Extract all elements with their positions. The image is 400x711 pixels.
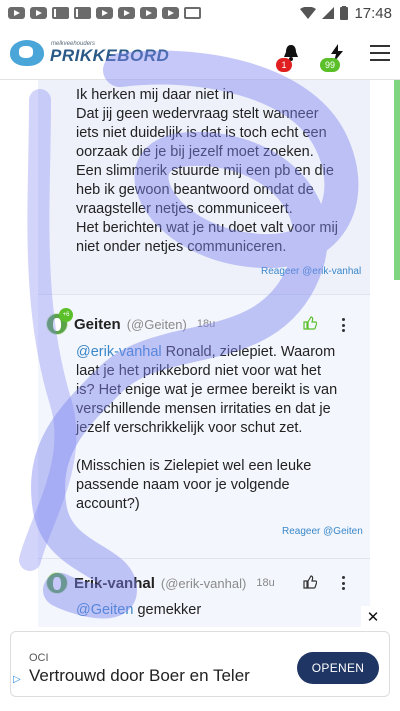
app-header: melkveehouders PRIKKEBORD 1 99 <box>0 26 400 80</box>
status-bar: 17:48 <box>0 0 400 26</box>
post-line: Het berichten wat je nu doet valt voor m… <box>76 220 338 236</box>
comment-author[interactable]: Erik-vanhal <box>74 575 155 592</box>
points-badge: 99 <box>320 57 340 72</box>
gmail-icon <box>74 7 93 19</box>
notifications-button[interactable]: 1 <box>276 40 304 72</box>
notification-icons <box>8 7 201 19</box>
comment-line: (Misschien is Zielepiet wel een leuke <box>76 458 312 474</box>
youtube-icon <box>30 7 47 19</box>
reply-link[interactable]: Reageer @erik-vanhal <box>261 266 361 277</box>
comment-line: laat je het prikkebord niet voor wat het <box>76 363 322 379</box>
comment-header: +6 Geiten (@Geiten) 18u <box>46 308 216 335</box>
menu-line <box>370 58 390 61</box>
post-line: Ik herken mij daar niet in <box>76 87 234 103</box>
battery-icon <box>340 6 349 20</box>
comment-line: gemekker <box>133 602 202 618</box>
comment-body: @erik-vanhal Ronald, zielepiet. Waarom l… <box>76 343 366 514</box>
like-button[interactable] <box>303 316 318 333</box>
ad-card[interactable]: ✕ OCI Vertrouwd door Boer en Teler OPENE… <box>10 606 390 697</box>
post-line: oorzaak die je bij jezelf moet zoeken. <box>76 144 314 160</box>
calendar-icon <box>184 7 201 19</box>
comment-line: verschillende mensen irritaties en dat j… <box>76 401 331 417</box>
comment-time: 18u <box>256 577 275 589</box>
thread-content: Ik herken mij daar niet in Dat jij geen … <box>0 80 400 627</box>
comment-time: 18u <box>196 318 216 330</box>
youtube-icon <box>118 7 135 19</box>
ad-close-button[interactable]: ✕ <box>361 606 385 630</box>
ad-title[interactable]: Vertrouwd door Boer en Teler <box>29 666 250 686</box>
like-button[interactable] <box>303 575 318 592</box>
site-logo[interactable]: melkveehouders PRIKKEBORD <box>10 39 170 66</box>
post-line: heb ik gewoon beantwoord omdat de <box>76 182 314 198</box>
logo-title: PRIKKEBORD <box>50 46 170 65</box>
youtube-icon <box>162 7 179 19</box>
post-line: vraagsteller netjes communiceert. <box>76 201 293 217</box>
ad-open-button[interactable]: OPENEN <box>297 652 379 684</box>
level-badge: +6 <box>59 308 73 322</box>
youtube-icon <box>8 7 25 19</box>
menu-button[interactable] <box>370 44 390 61</box>
post-body: Ik herken mij daar niet in Dat jij geen … <box>76 86 366 257</box>
points-button[interactable]: 99 <box>320 40 350 72</box>
avatar[interactable]: +6 <box>46 308 73 335</box>
comment-body: @Geiten gemekker <box>76 601 366 620</box>
mention-link[interactable]: @erik-vanhal <box>76 344 162 360</box>
comment-line: account?) <box>76 496 140 512</box>
comment-menu-button[interactable] <box>342 576 346 590</box>
comment-header: Erik-vanhal (@erik-vanhal) 18u <box>46 572 275 594</box>
comment-line: is? Het enige wat je ermee bereikt is va… <box>76 382 338 398</box>
comment-line: jezelf verschrikkelijk voor schut zet. <box>76 420 303 436</box>
reply-link[interactable]: Reageer @Geiten <box>282 526 363 537</box>
post-line: Een slimmerik stuurde mij een pb en die <box>76 163 334 179</box>
ad-banner: ✕ OCI Vertrouwd door Boer en Teler OPENE… <box>0 606 400 711</box>
mention-link[interactable]: @Geiten <box>76 602 133 618</box>
comment-handle[interactable]: (@Geiten) <box>127 317 187 332</box>
thumbs-up-icon <box>303 316 318 330</box>
menu-line <box>370 51 390 54</box>
ad-sponsor: OCI <box>29 652 49 664</box>
post-line: Dat jij geen wedervraag stelt wanneer <box>76 106 319 122</box>
ad-info-icon[interactable]: ▷ <box>13 674 21 685</box>
comment-line: Ronald, zielepiet. Waarom <box>161 344 336 360</box>
notification-badge: 1 <box>276 57 292 72</box>
post-line: iets niet duidelijk is dat is toch echt … <box>76 125 327 141</box>
comment-menu-button[interactable] <box>342 318 346 332</box>
thumbs-up-icon <box>303 575 318 589</box>
gmail-icon <box>52 7 71 19</box>
comment-line: passende naam voor je volgende <box>76 477 290 493</box>
avatar[interactable] <box>46 572 68 594</box>
logo-icon <box>10 39 44 66</box>
menu-line <box>370 44 390 47</box>
wifi-icon <box>300 7 317 19</box>
youtube-icon <box>140 7 157 19</box>
clock: 17:48 <box>354 4 392 22</box>
comment-handle[interactable]: (@erik-vanhal) <box>161 576 246 591</box>
youtube-icon <box>96 7 113 19</box>
scroll-indicator[interactable] <box>394 80 400 280</box>
post-line: niet onder netjes communiceren. <box>76 239 287 255</box>
signal-icon <box>322 7 335 19</box>
comment-author[interactable]: Geiten <box>74 316 121 333</box>
